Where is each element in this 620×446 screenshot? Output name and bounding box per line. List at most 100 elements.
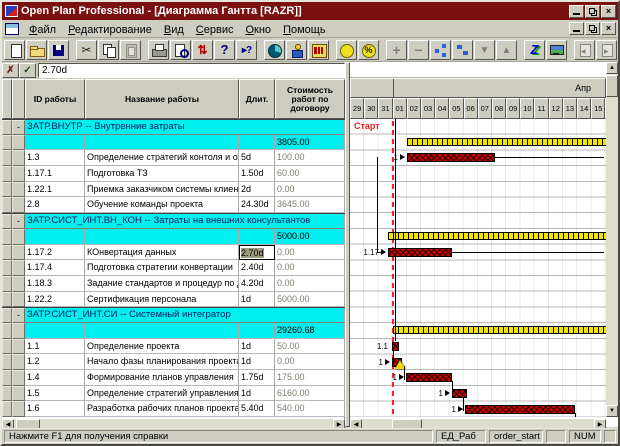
row-selector[interactable]: [2, 308, 12, 323]
table-row[interactable]: -ЗАТР.СИСТ_ИНТ.ВН_КОН -- Затраты на внеш…: [2, 213, 345, 229]
cell-activity-name[interactable]: Подготовка ТЗ: [85, 166, 239, 182]
row-selector[interactable]: [2, 401, 12, 417]
cell-contract-cost[interactable]: 60.00: [275, 166, 345, 182]
cell-activity-name[interactable]: Сертификация персонала: [85, 292, 239, 308]
row-selector[interactable]: [2, 166, 12, 182]
edit-value-input[interactable]: [38, 63, 345, 78]
row-selector[interactable]: [2, 386, 12, 402]
row-selector[interactable]: [2, 182, 12, 198]
cell-activity-id[interactable]: 1.1: [25, 339, 85, 355]
cell-activity-id[interactable]: 1.6: [25, 401, 85, 417]
cell-duration[interactable]: 5d: [239, 150, 275, 166]
summary-bar[interactable]: [393, 326, 606, 334]
cell-activity-name[interactable]: Приемка заказчиком системы клиент: [85, 182, 239, 198]
cell-activity-name[interactable]: Формирование планов управления: [85, 370, 239, 386]
table-row[interactable]: 1.17.2КОнвертация данных2.70d0.00: [2, 245, 345, 261]
row-selector[interactable]: [2, 245, 12, 261]
time-clock-button[interactable]: [264, 40, 285, 60]
cell-duration[interactable]: 2.40d: [239, 260, 275, 276]
mdi-minimize-button[interactable]: [569, 22, 584, 35]
cell-contract-cost[interactable]: 29260.68: [275, 323, 345, 339]
expand-nodes-button[interactable]: [430, 40, 451, 60]
row-selector[interactable]: [2, 292, 12, 308]
cell-contract-cost[interactable]: 5000.00: [275, 229, 345, 245]
mdi-close-button[interactable]: ×: [601, 22, 616, 35]
row-selector[interactable]: [2, 354, 12, 370]
task-bar[interactable]: [407, 153, 495, 162]
cell-duration[interactable]: 2d: [239, 182, 275, 198]
page-shift-left-button[interactable]: [574, 40, 595, 60]
cell-contract-cost[interactable]: 6160.00: [275, 386, 345, 402]
outline-collapse-toggle[interactable]: -: [12, 214, 25, 229]
table-row[interactable]: 1.18.3Задание стандартов и процедур по д…: [2, 276, 345, 292]
table-row[interactable]: 2.8Обучение команды проекта24.30d3645.00: [2, 197, 345, 213]
cell-duration[interactable]: 1d: [239, 354, 275, 370]
cell-duration[interactable]: 1.75d: [239, 370, 275, 386]
context-help-button[interactable]: [236, 40, 257, 60]
cell-activity-name[interactable]: [85, 323, 239, 339]
menu-item[interactable]: Вид: [158, 22, 190, 38]
cell-activity-id[interactable]: 1.17.1: [25, 166, 85, 182]
table-row[interactable]: 1.17.1Подготовка ТЗ1.50d60.00: [2, 166, 345, 182]
table-row[interactable]: 29260.68: [2, 323, 345, 339]
print-preview-button[interactable]: [170, 40, 191, 60]
column-header-name[interactable]: Название работы: [85, 79, 239, 119]
minimize-button[interactable]: [569, 5, 584, 18]
open-file-button[interactable]: [26, 40, 47, 60]
row-selector[interactable]: [12, 135, 25, 151]
scrollbar-thumb[interactable]: [606, 75, 618, 97]
cell-activity-name[interactable]: КОнвертация данных: [85, 245, 239, 261]
remove-minus-button[interactable]: [408, 40, 429, 60]
table-row[interactable]: 1.22.1Приемка заказчиком системы клиент2…: [2, 182, 345, 198]
cell-duration[interactable]: 1d: [239, 292, 275, 308]
document-menu-icon[interactable]: [5, 23, 19, 35]
cell-contract-cost[interactable]: 0.00: [275, 182, 345, 198]
table-row[interactable]: 1.5Определение стратегий управления р1d6…: [2, 386, 345, 402]
link-nodes-button[interactable]: [452, 40, 473, 60]
row-selector[interactable]: [12, 401, 25, 417]
cell-contract-cost[interactable]: 0.00: [275, 276, 345, 292]
row-selector[interactable]: [12, 292, 25, 308]
task-bar[interactable]: [388, 248, 452, 257]
cell-contract-cost[interactable]: 540.00: [275, 401, 345, 417]
cell-contract-cost[interactable]: 3805.00: [275, 135, 345, 151]
mdi-restore-button[interactable]: [585, 22, 600, 35]
summary-bar[interactable]: [388, 232, 606, 240]
menu-item[interactable]: Сервис: [190, 22, 240, 38]
row-selector[interactable]: [12, 386, 25, 402]
outline-collapse-toggle[interactable]: -: [12, 120, 25, 135]
cell-activity-id[interactable]: 1.4: [25, 370, 85, 386]
percent-circle-button[interactable]: [358, 40, 379, 60]
row-selector[interactable]: [2, 370, 12, 386]
cell-duration[interactable]: 5.40d: [239, 401, 275, 417]
cell-contract-cost[interactable]: 3645.00: [275, 197, 345, 213]
edit-cancel-button[interactable]: ✗: [2, 63, 19, 78]
row-selector[interactable]: [12, 354, 25, 370]
task-bar[interactable]: [452, 389, 467, 398]
cell-duration[interactable]: 1.50d: [239, 166, 275, 182]
cell-activity-id[interactable]: 1.18.3: [25, 276, 85, 292]
menu-item[interactable]: Файл: [23, 22, 62, 38]
resources-button[interactable]: [286, 40, 307, 60]
column-header-id[interactable]: ID работы: [25, 79, 85, 119]
edit-confirm-button[interactable]: ✓: [19, 63, 36, 78]
cell-activity-name[interactable]: Подготовка стратегии конвертации: [85, 260, 239, 276]
cell-activity-id[interactable]: 1.17.2: [25, 245, 85, 261]
row-selector[interactable]: [2, 323, 12, 339]
print-button[interactable]: [148, 40, 169, 60]
cell-duration[interactable]: 4.20d: [239, 276, 275, 292]
cell-contract-cost[interactable]: 0.00: [275, 245, 345, 261]
column-header-cost[interactable]: Стоимость работ по договору: [275, 79, 345, 119]
row-selector[interactable]: [2, 135, 12, 151]
row-selector[interactable]: [2, 229, 12, 245]
table-row[interactable]: -ЗАТР.ВНУТР -- Внутренние затраты: [2, 119, 345, 135]
close-button[interactable]: ×: [601, 5, 616, 18]
row-selector[interactable]: [2, 276, 12, 292]
menu-item[interactable]: Редактирование: [62, 22, 158, 38]
cell-activity-name[interactable]: Обучение команды проекта: [85, 197, 239, 213]
menu-item[interactable]: Окно: [239, 22, 277, 38]
task-bar[interactable]: [406, 373, 452, 382]
row-selector[interactable]: [2, 260, 12, 276]
cell-duration[interactable]: [239, 323, 275, 339]
scroll-up-button[interactable]: ▲: [606, 62, 618, 74]
